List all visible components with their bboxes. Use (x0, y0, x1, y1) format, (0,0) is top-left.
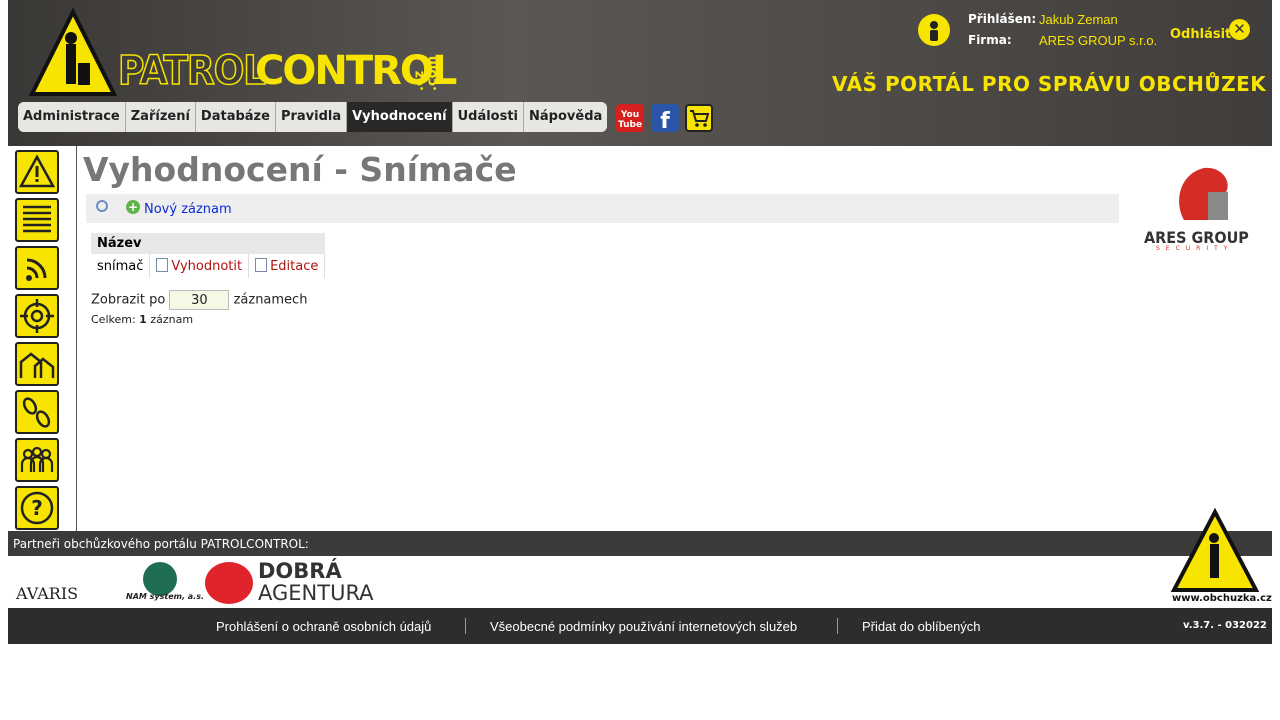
privacy-link[interactable]: Prohlášení o ochraně osobních údajů (216, 619, 431, 634)
ares-group-logo-subtext: SECURITY (1156, 245, 1234, 252)
svg-text:f: f (660, 109, 670, 132)
favorites-link[interactable]: Přidat do oblíbených (862, 619, 981, 634)
logo-patrol-text[interactable]: PATROL (117, 47, 267, 95)
footer: Prohlášení o ochraně osobních údajů Všeo… (8, 608, 1272, 644)
table-header-row: Název (91, 233, 325, 254)
table-row: snímač Vyhodnotit Editace (91, 254, 326, 278)
help-icon[interactable]: ? (15, 486, 59, 530)
new-record-link[interactable]: Nový záznam (144, 202, 232, 217)
partner-avaris[interactable]: AVARIS (16, 584, 78, 603)
main-menu: Administrace Zařízení Databáze Pravidla … (18, 102, 608, 132)
footer-separator (837, 618, 838, 634)
menu-item-napoveda[interactable]: Nápověda (524, 102, 608, 132)
slogan: VÁŠ PORTÁL PRO SPRÁVU OBCHŮZEK (832, 72, 1267, 96)
total-unit: záznam (150, 313, 194, 326)
paging-prefix: Zobrazit po (91, 292, 166, 308)
obchuzka-link[interactable]: www.obchuzka.cz (1172, 593, 1272, 604)
partner-agentura: AGENTURA (258, 581, 374, 605)
terms-link[interactable]: Všeobecné podmínky používání internetový… (490, 619, 797, 634)
evaluate-cell: Vyhodnotit (149, 254, 250, 278)
row-name: snímač (91, 254, 151, 278)
partners-list: AVARIS NAM system, a.s. DOBRÁ AGENTURA w… (8, 508, 1272, 608)
evaluate-link[interactable]: Vyhodnotit (171, 259, 242, 274)
search-icon[interactable] (96, 200, 108, 212)
total-number: 1 (139, 313, 147, 326)
column-header-name[interactable]: Název (91, 233, 325, 254)
left-sidebar: ? (8, 146, 77, 531)
logged-in-user: Jakub Zeman (1039, 12, 1118, 27)
partner-dobra-agentura-icon[interactable] (205, 562, 253, 604)
paging-control: Zobrazit po 30 záznamech (91, 290, 307, 310)
signal-icon[interactable] (15, 246, 59, 290)
warning-icon[interactable] (15, 150, 59, 194)
facebook-icon[interactable]: f (651, 104, 679, 134)
footer-separator (465, 618, 466, 634)
edit-cell: Editace (248, 254, 326, 278)
partner-dobra: DOBRÁ (258, 559, 342, 583)
per-page-input[interactable]: 30 (169, 290, 230, 310)
svg-text:You: You (620, 110, 639, 120)
edit-link[interactable]: Editace (270, 259, 318, 274)
total-label: Celkem: (91, 313, 136, 326)
menu-item-zarizeni[interactable]: Zařízení (125, 102, 196, 132)
menu-item-udalosti[interactable]: Události (452, 102, 525, 132)
partners-bar: Partneři obchůzkového portálu PATROLCONT… (8, 531, 1272, 556)
header: PATROL CONTROL .cz .com Přihlášen: Jakub… (8, 0, 1272, 146)
company-name: ARES GROUP s.r.o. (1039, 33, 1158, 48)
version-label: v.3.7. - 032022 (1183, 620, 1267, 631)
user-icon (918, 14, 950, 46)
svg-text:?: ? (31, 496, 43, 520)
company-label: Firma: (968, 33, 1012, 47)
page-title: Vyhodnocení - Snímače (83, 150, 517, 189)
target-icon[interactable] (15, 294, 59, 338)
menu-item-pravidla[interactable]: Pravidla (275, 102, 348, 132)
paging-suffix: záznamech (233, 292, 308, 308)
menu-item-vyhodnoceni[interactable]: Vyhodnocení (347, 102, 453, 132)
document-icon[interactable] (156, 258, 169, 272)
svg-text:Tube: Tube (618, 120, 642, 130)
partner-nam-icon[interactable] (143, 562, 177, 596)
cart-icon[interactable] (685, 104, 713, 132)
add-icon[interactable]: + (126, 200, 140, 214)
menu-item-databaze[interactable]: Databáze (195, 102, 276, 132)
logout-link[interactable]: Odhlásit (1170, 27, 1231, 42)
youtube-icon[interactable]: You Tube (616, 104, 644, 132)
total-count: Celkem: 1 záznam (91, 313, 193, 326)
toolbar: + Nový záznam (86, 194, 1119, 223)
records-table: Název snímač Vyhodnotit Editace (91, 233, 326, 278)
logo-triangle-icon[interactable] (28, 8, 118, 98)
partner-nam: NAM system, a.s. (126, 592, 205, 601)
footprints-icon[interactable] (15, 390, 59, 434)
logged-in-label: Přihlášen: (968, 12, 1037, 26)
people-icon[interactable] (15, 438, 59, 482)
obchuzka-logo-icon[interactable] (1170, 508, 1260, 600)
menu-item-administrace[interactable]: Administrace (18, 102, 126, 132)
logo-domain-text: .cz .com (412, 55, 440, 91)
buildings-icon[interactable] (15, 342, 59, 386)
list-icon[interactable] (15, 198, 59, 242)
close-icon[interactable]: ✕ (1229, 19, 1250, 40)
edit-icon[interactable] (255, 258, 268, 272)
